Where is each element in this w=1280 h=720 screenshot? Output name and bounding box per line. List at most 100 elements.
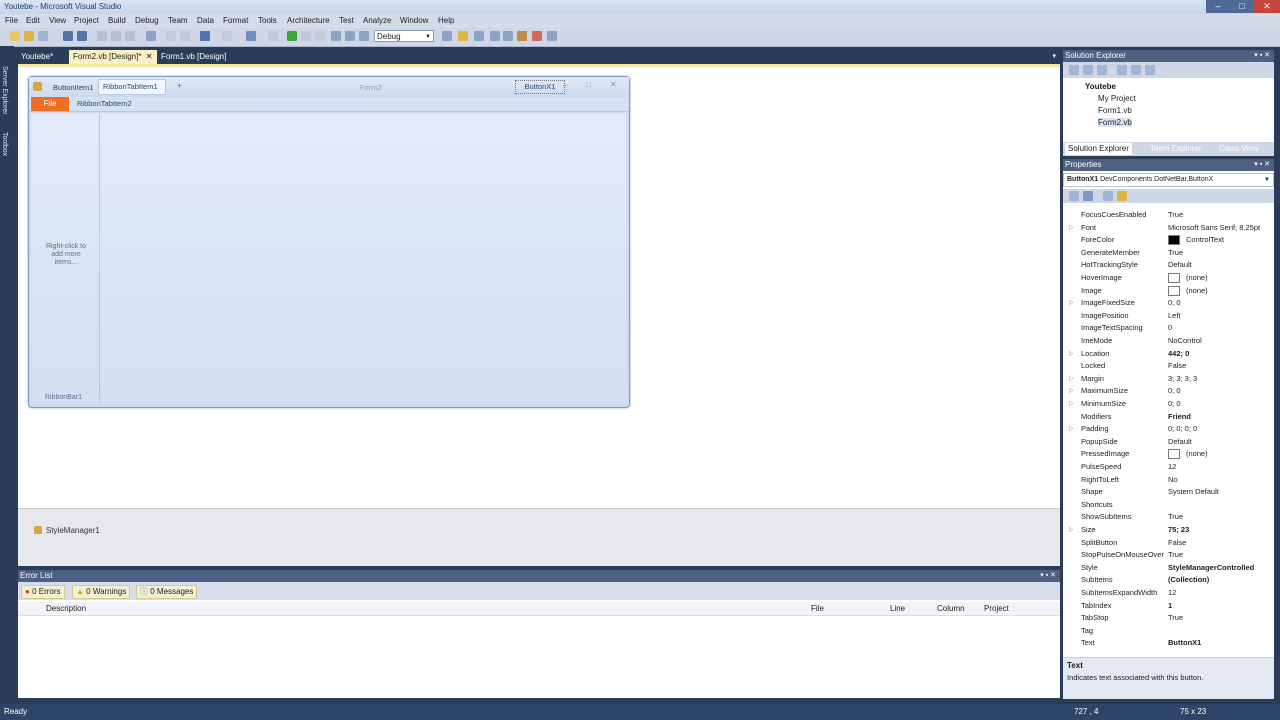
properties-view-icon[interactable] (1103, 191, 1113, 201)
property-row[interactable]: HotTrackingStyle Default (1063, 259, 1263, 272)
property-row[interactable]: ▷ ImageFixedSize 0; 0 (1063, 297, 1263, 310)
menu-tools[interactable]: Tools (258, 16, 277, 25)
property-row[interactable]: RightToLeft No (1063, 474, 1263, 487)
expand-icon[interactable]: ▷ (1069, 297, 1074, 310)
save-icon[interactable] (63, 31, 73, 41)
expand-icon[interactable]: ▷ (1069, 222, 1074, 235)
form2-designer[interactable]: ButtonItem1 RibbonTabItem1 + Form2 Butto… (28, 76, 630, 408)
property-value-cell[interactable]: 1 (1168, 600, 1263, 613)
menu-format[interactable]: Format (223, 16, 248, 25)
property-row[interactable]: TabStop True (1063, 612, 1263, 625)
start-page-icon[interactable] (532, 31, 542, 41)
close-button[interactable]: ✕ (1254, 0, 1280, 13)
messages-filter[interactable]: ⓘ 0 Messages (136, 585, 198, 599)
project-node[interactable]: Youtebe (1085, 82, 1116, 91)
property-value-cell[interactable]: 3; 3; 3; 3 (1168, 373, 1263, 386)
property-value-cell[interactable]: 0; 0 (1168, 297, 1263, 310)
property-value-cell[interactable]: (none) (1168, 448, 1263, 461)
tree-item-my-project[interactable]: My Project (1098, 94, 1136, 103)
tab-form1-design[interactable]: Form1.vb [Design] (157, 50, 230, 64)
tab-form2-design[interactable]: Form2.vb [Design]* ✕ (69, 50, 157, 64)
copy-icon[interactable] (111, 31, 121, 41)
property-row[interactable]: Shortcuts (1063, 499, 1263, 512)
property-value-cell[interactable]: No (1168, 474, 1263, 487)
property-value-cell[interactable]: System Default (1168, 486, 1263, 499)
comment-icon[interactable] (166, 31, 176, 41)
expand-icon[interactable]: ▷ (1069, 423, 1074, 436)
step-into-icon[interactable] (331, 31, 341, 41)
open-file-icon[interactable] (24, 31, 34, 41)
property-row[interactable]: ▷ MaximumSize 0; 0 (1063, 385, 1263, 398)
minimize-button[interactable]: – (1206, 0, 1230, 13)
menu-edit[interactable]: Edit (26, 16, 40, 25)
pause-icon[interactable] (301, 31, 311, 41)
alphabetical-icon[interactable] (1083, 191, 1093, 201)
tab-youtebe[interactable]: Youtebe* (17, 50, 57, 64)
property-row[interactable]: ▷ Font Microsoft Sans Serif; 8,25pt (1063, 222, 1263, 235)
property-row[interactable]: Modifiers Friend (1063, 411, 1263, 424)
menu-architecture[interactable]: Architecture (287, 16, 330, 25)
property-row[interactable]: PressedImage (none) (1063, 448, 1263, 461)
find-icon[interactable] (146, 31, 156, 41)
menu-view[interactable]: View (49, 16, 66, 25)
column-description[interactable]: Description (46, 604, 86, 613)
property-row[interactable]: Text ButtonX1 (1063, 637, 1263, 650)
chevron-down-icon[interactable]: ▾ (1052, 52, 1056, 60)
property-value-cell[interactable]: True (1168, 209, 1263, 222)
uncomment-icon[interactable] (180, 31, 190, 41)
expand-icon[interactable]: ▷ (1069, 385, 1074, 398)
property-value-cell[interactable]: (Collection) (1168, 574, 1263, 587)
property-row[interactable]: ▷ Margin 3; 3; 3; 3 (1063, 373, 1263, 386)
column-line[interactable]: Line (890, 604, 905, 613)
property-value-cell[interactable]: StyleManagerControlled (1168, 562, 1263, 575)
property-row[interactable]: SubItemsExpandWidth 12 (1063, 587, 1263, 600)
refresh-icon[interactable] (1097, 65, 1107, 75)
button-item1[interactable]: ButtonItem1 (53, 83, 93, 92)
menu-project[interactable]: Project (74, 16, 99, 25)
events-icon[interactable] (1117, 191, 1127, 201)
menu-data[interactable]: Data (197, 16, 214, 25)
stop-icon[interactable] (315, 31, 325, 41)
property-row[interactable]: ▷ Size 75; 23 (1063, 524, 1263, 537)
property-row[interactable]: Tag (1063, 625, 1263, 638)
menu-debug[interactable]: Debug (135, 16, 159, 25)
menu-test[interactable]: Test (339, 16, 354, 25)
extension-manager-icon[interactable] (517, 31, 527, 41)
property-row[interactable]: FocusCuesEnabled True (1063, 209, 1263, 222)
property-value-cell[interactable]: False (1168, 537, 1263, 550)
property-row[interactable]: Shape System Default (1063, 486, 1263, 499)
property-row[interactable]: ▷ MinimumSize 0; 0 (1063, 398, 1263, 411)
property-row[interactable]: PulseSpeed 12 (1063, 461, 1263, 474)
property-value-cell[interactable]: 0 (1168, 322, 1263, 335)
property-row[interactable]: ForeColor ControlText (1063, 234, 1263, 247)
property-value-cell[interactable]: 12 (1168, 587, 1263, 600)
property-value-cell[interactable]: True (1168, 511, 1263, 524)
redo-icon[interactable] (222, 31, 232, 41)
property-row[interactable]: GenerateMember True (1063, 247, 1263, 260)
add-item-icon[interactable] (38, 31, 48, 41)
properties-window-icon[interactable] (474, 31, 484, 41)
ribbon-tab-item2[interactable]: RibbonTabItem2 (77, 99, 132, 108)
property-value-cell[interactable]: (none) (1168, 285, 1263, 298)
menu-build[interactable]: Build (108, 16, 126, 25)
object-browser-icon[interactable] (490, 31, 500, 41)
view-designer-icon[interactable] (1131, 65, 1141, 75)
solution-configuration-dropdown[interactable]: Debug ▼ (374, 30, 434, 42)
menu-window[interactable]: Window (400, 16, 428, 25)
expand-icon[interactable]: ▷ (1069, 524, 1074, 537)
property-value-cell[interactable]: Microsoft Sans Serif; 8,25pt (1168, 222, 1263, 235)
menu-file[interactable]: File (5, 16, 18, 25)
property-grid[interactable]: FocusCuesEnabled True ▷ Font Microsoft Sans … (1063, 209, 1274, 657)
maximize-button[interactable]: □ (1230, 0, 1254, 13)
style-manager1[interactable]: StyleManager1 (46, 526, 100, 535)
show-all-files-icon[interactable] (1083, 65, 1093, 75)
expand-icon[interactable]: ▷ (1069, 373, 1074, 386)
property-value-cell[interactable]: 0; 0 (1168, 398, 1263, 411)
property-row[interactable]: SplitButton False (1063, 537, 1263, 550)
menu-analyze[interactable]: Analyze (363, 16, 391, 25)
file-button[interactable]: File (31, 97, 69, 111)
solution-explorer-icon[interactable] (458, 31, 468, 41)
property-value-cell[interactable]: Default (1168, 436, 1263, 449)
property-row[interactable]: Image (none) (1063, 285, 1263, 298)
property-row[interactable]: Locked False (1063, 360, 1263, 373)
